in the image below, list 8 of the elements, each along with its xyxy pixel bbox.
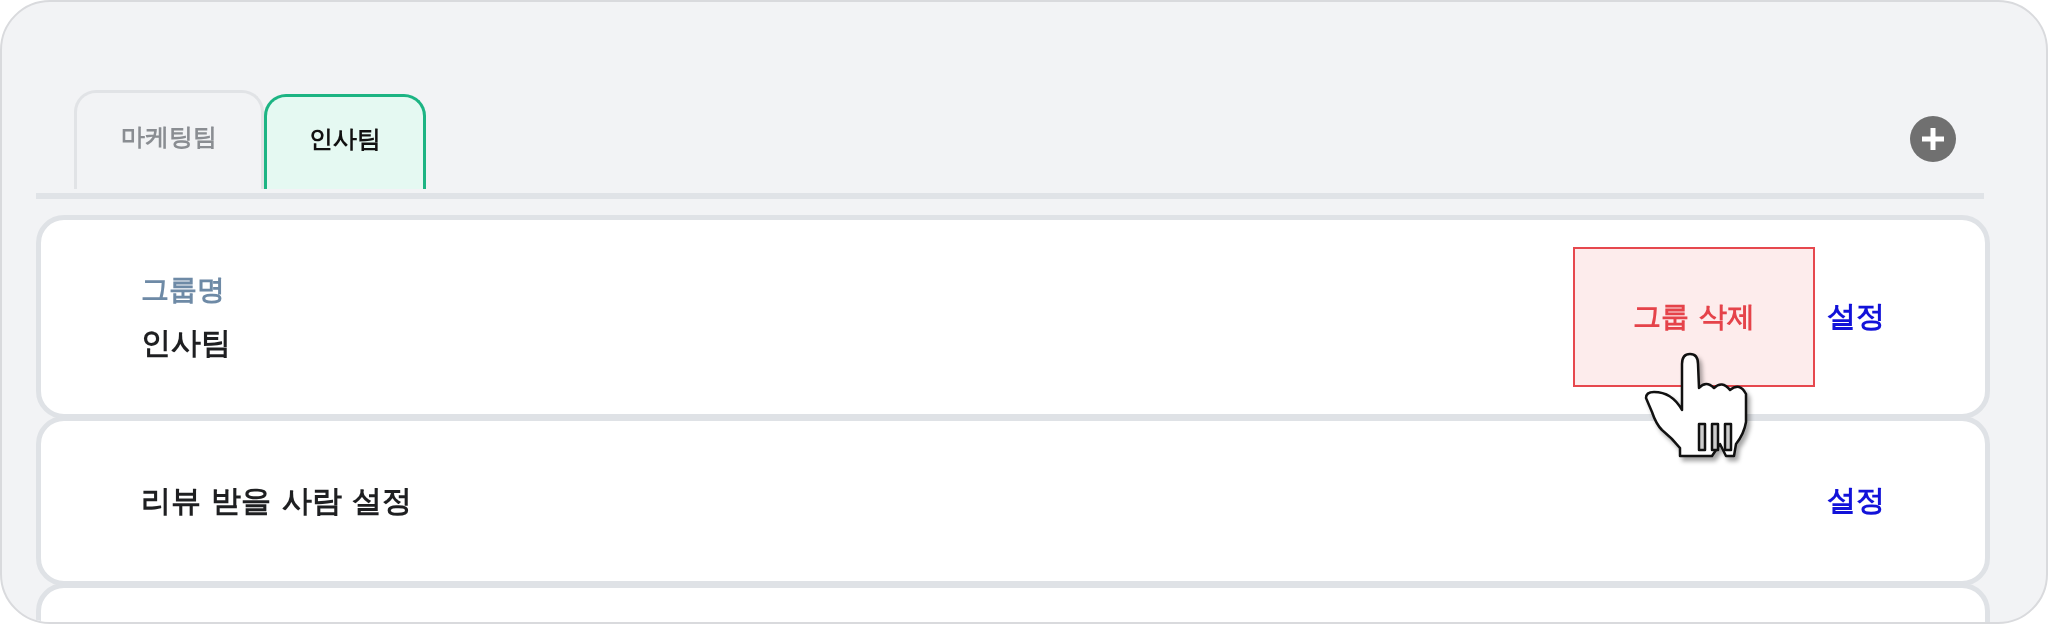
group-name: 인사팀 — [141, 323, 231, 362]
settings-link[interactable]: 설정 — [1827, 297, 1885, 337]
field-label: 그룹명 — [141, 271, 226, 308]
settings-link[interactable]: 설정 — [1827, 481, 1885, 521]
setting-title: 리뷰 받을 사람 설정 — [141, 481, 413, 520]
add-icon[interactable] — [1910, 116, 1956, 162]
delete-group-button[interactable]: 그룹 삭제 — [1573, 247, 1815, 387]
tab[interactable]: 인사팀 — [264, 94, 426, 189]
